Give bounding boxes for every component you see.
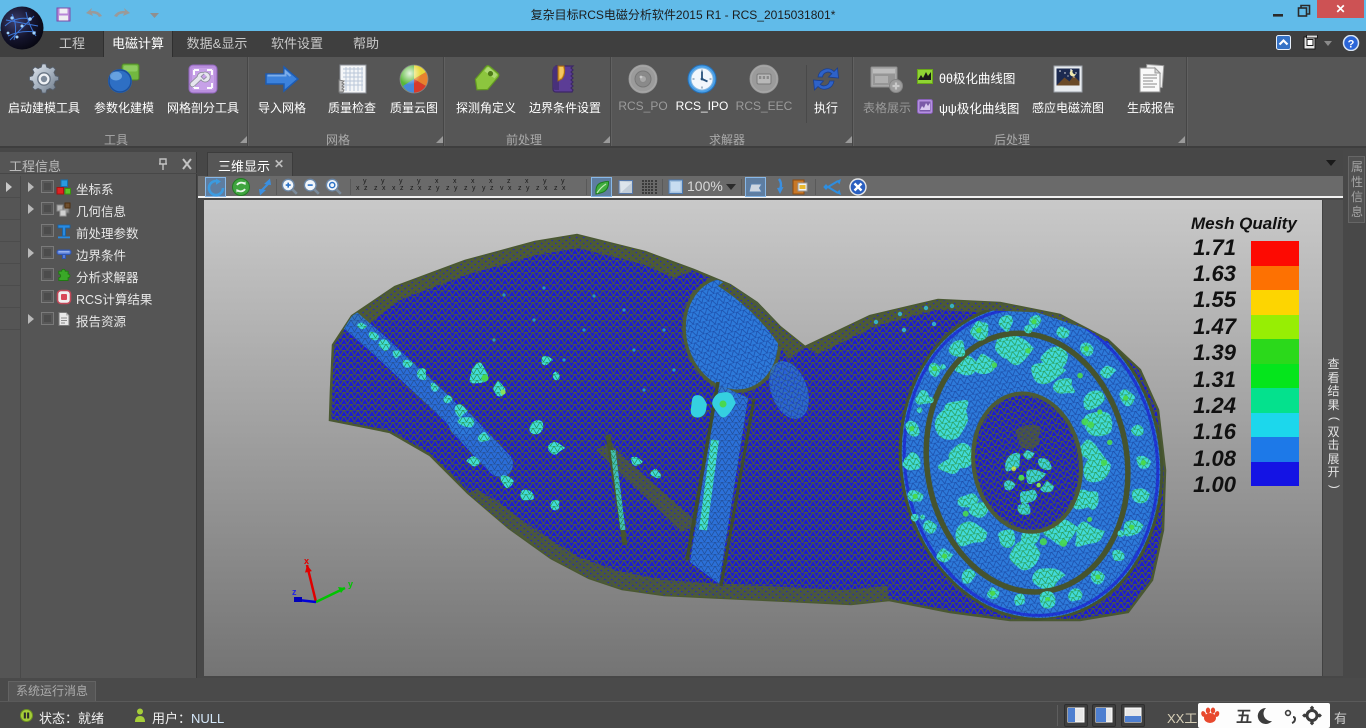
svg-text:y: y bbox=[348, 579, 353, 589]
svg-text:z: z bbox=[292, 587, 297, 597]
svg-text:?: ? bbox=[1348, 39, 1355, 51]
svg-text:五: 五 bbox=[1236, 709, 1252, 726]
svg-text:x: x bbox=[304, 556, 309, 566]
